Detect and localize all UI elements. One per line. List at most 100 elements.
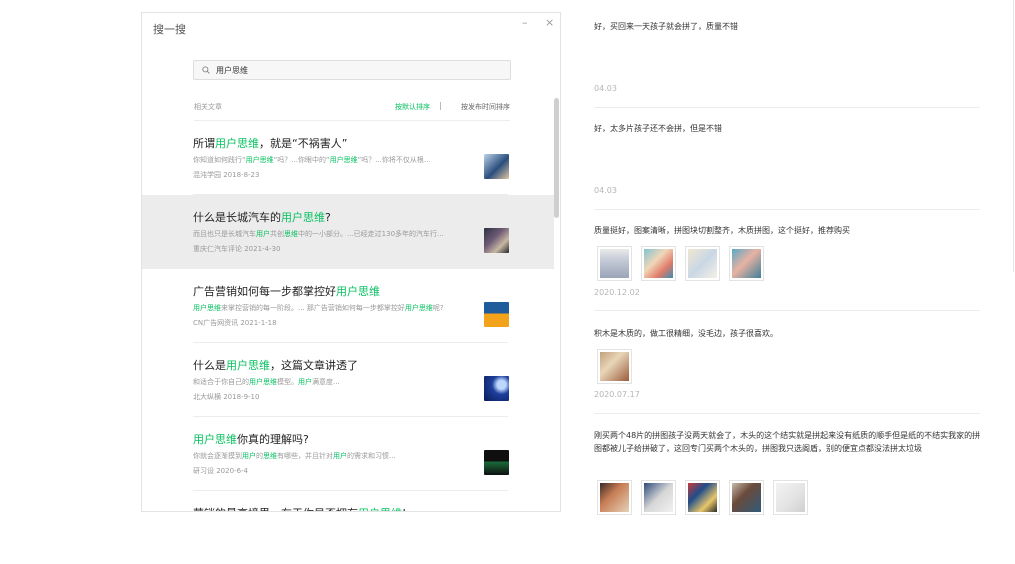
text-segment: 和适合于你自己的 xyxy=(193,378,249,386)
review-divider xyxy=(594,209,980,210)
text-segment: 什么是 xyxy=(193,359,226,372)
search-box[interactable] xyxy=(193,60,511,80)
review-image[interactable] xyxy=(597,480,632,515)
review-text: 好，太多片孩子还不会拼，但是不错 xyxy=(594,124,722,133)
review-images xyxy=(597,349,632,384)
highlight-text: 用户思维 xyxy=(193,304,221,312)
result-title: 用户思维你真的理解吗? xyxy=(193,431,493,447)
review-date: 2020.12.02 xyxy=(594,288,640,297)
result-title: 什么是用户思维，这篇文章讲透了 xyxy=(193,357,493,373)
review-image[interactable] xyxy=(729,246,764,281)
highlight-text: 用户思维 xyxy=(249,378,277,386)
review-image[interactable] xyxy=(685,246,720,281)
result-item[interactable]: 广告营销如何每一步都掌控好用户思维 用户思维来掌控营销的每一阶段。... 那广告… xyxy=(142,269,554,343)
text-segment: 所谓 xyxy=(193,137,215,150)
text-segment: 你就会逐渐摸到 xyxy=(193,452,242,460)
close-button[interactable]: × xyxy=(545,16,554,29)
text-segment: 的需求和习惯... xyxy=(347,452,396,460)
search-icon xyxy=(202,66,210,74)
review-divider xyxy=(594,310,980,311)
results-scrollbar[interactable] xyxy=(554,98,559,218)
text-segment: 模型。 xyxy=(277,378,298,386)
search-input[interactable] xyxy=(216,63,496,78)
review-image[interactable] xyxy=(597,246,632,281)
reviews-pane: 好，买回来一天孩子就会拼了，质量不错 04.03 好，太多片孩子还不会拼，但是不… xyxy=(594,0,980,564)
result-thumbnail xyxy=(484,228,509,253)
related-articles-label: 相关文章 xyxy=(194,103,222,111)
text-segment: ! xyxy=(402,507,406,511)
text-segment: 共创 xyxy=(270,230,284,238)
result-meta: 研习设 2020-6-4 xyxy=(193,467,248,475)
highlight-text: 用户思维 xyxy=(329,156,358,164)
text-segment: ，就是“不祸害人” xyxy=(259,137,348,150)
highlight-text: 用户 xyxy=(242,452,256,460)
highlight-text: 用户 xyxy=(333,452,347,460)
sort-default-button[interactable]: 按默认排序 xyxy=(395,102,430,112)
review-image[interactable] xyxy=(641,480,676,515)
review-images xyxy=(597,246,764,281)
panel-edge xyxy=(1013,0,1014,272)
result-title: 所谓用户思维，就是“不祸害人” xyxy=(193,135,493,151)
result-title: 营销的最高境界，在于你是否拥有用户思维! xyxy=(193,505,493,511)
result-thumbnail xyxy=(484,302,509,327)
result-snippet: 你就会逐渐摸到用户的思维有哪些，并且针对用户的需求和习惯... xyxy=(193,451,475,461)
result-item[interactable]: 用户思维你真的理解吗? 你就会逐渐摸到用户的思维有哪些，并且针对用户的需求和习惯… xyxy=(142,417,554,491)
text-segment: 呢? xyxy=(432,304,444,312)
text-segment: 满意度... xyxy=(312,378,340,386)
highlight-text: 用户思维 xyxy=(226,359,270,372)
result-meta: CN广告网资讯 2021-1-18 xyxy=(193,319,277,327)
window-title: 搜一搜 xyxy=(153,23,186,36)
text-segment: 广告营销如何每一步都掌控好 xyxy=(193,285,336,298)
review-divider xyxy=(594,107,980,108)
results-list: 所谓用户思维，就是“不祸害人” 你知道如何践行“用户思维”吗？...你眼中的“用… xyxy=(142,121,554,511)
result-snippet: 而且也只是长城汽车用户共创思维中的一小部分。...已经走过130多年的汽车行..… xyxy=(193,229,475,239)
search-window: 搜一搜 – × 相关文章 按默认排序 | 按发布时间排序 所谓用户思维，就是“不… xyxy=(141,12,561,512)
result-title: 什么是长城汽车的用户思维? xyxy=(193,209,493,225)
text-segment: 你知道如何践行“ xyxy=(193,156,246,164)
text-segment: ? xyxy=(325,211,331,224)
highlight-text: 用户思维 xyxy=(281,211,325,224)
result-item[interactable]: 营销的最高境界，在于你是否拥有用户思维! xyxy=(142,491,554,511)
text-segment: 有哪些，并且针对 xyxy=(277,452,333,460)
review-image[interactable] xyxy=(729,480,764,515)
highlight-text: 思维 xyxy=(284,230,298,238)
highlight-text: 用户思维 xyxy=(215,137,259,150)
review-image[interactable] xyxy=(685,480,720,515)
text-segment: ”吗？...你将不仅从根... xyxy=(357,156,431,164)
review-divider xyxy=(594,413,980,414)
result-thumbnail xyxy=(484,154,509,179)
review-image[interactable] xyxy=(597,349,632,384)
text-segment: ，这篇文章讲透了 xyxy=(270,359,358,372)
sort-separator: | xyxy=(439,101,442,110)
highlight-text: 用户思维 xyxy=(245,156,274,164)
text-segment: 营销的最高境界，在于你是否拥有 xyxy=(193,507,358,511)
result-item[interactable]: 什么是长城汽车的用户思维? 而且也只是长城汽车用户共创思维中的一小部分。...已… xyxy=(142,195,554,269)
highlight-text: 用户思维 xyxy=(404,304,433,312)
highlight-text: 用户思维 xyxy=(193,433,237,446)
result-item[interactable]: 什么是用户思维，这篇文章讲透了 和适合于你自己的用户思维模型。用户满意度... … xyxy=(142,343,554,417)
result-snippet: 和适合于你自己的用户思维模型。用户满意度... xyxy=(193,377,475,387)
review-date: 2020.07.17 xyxy=(594,390,640,399)
result-title: 广告营销如何每一步都掌控好用户思维 xyxy=(193,283,493,299)
review-date: 04.03 xyxy=(594,186,617,195)
result-meta: 北大纵横 2018-9-10 xyxy=(193,393,260,401)
highlight-text: 用户思维 xyxy=(336,285,380,298)
text-segment: 的 xyxy=(256,452,263,460)
text-segment: 你真的理解吗? xyxy=(237,433,309,446)
review-text: 积木是木质的，做工很精细，没毛边，孩子很喜欢。 xyxy=(594,329,778,338)
text-segment: 来掌控营销的每一阶段。... 那广告营销如何每一步都掌控好 xyxy=(221,304,405,312)
review-text: 刚买两个48片的拼图孩子没两天就会了，木头的这个结实就是拼起来没有纸质的顺手但是… xyxy=(594,431,981,453)
text-segment: 什么是长城汽车的 xyxy=(193,211,281,224)
result-thumbnail xyxy=(484,376,509,401)
review-text: 好，买回来一天孩子就会拼了，质量不错 xyxy=(594,22,738,31)
highlight-text: 用户 xyxy=(256,230,270,238)
text-segment: 中的一小部分。...已经走过130多年的汽车行... xyxy=(298,230,444,238)
sort-by-time-button[interactable]: 按发布时间排序 xyxy=(461,102,510,112)
review-image[interactable] xyxy=(641,246,676,281)
review-image[interactable] xyxy=(773,480,808,515)
result-item[interactable]: 所谓用户思维，就是“不祸害人” 你知道如何践行“用户思维”吗？...你眼中的“用… xyxy=(142,121,554,195)
review-date: 04.03 xyxy=(594,84,617,93)
minimize-button[interactable]: – xyxy=(522,16,528,29)
list-header: 相关文章 按默认排序 | 按发布时间排序 xyxy=(194,101,510,114)
screen: 搜一搜 – × 相关文章 按默认排序 | 按发布时间排序 所谓用户思维，就是“不… xyxy=(0,0,1015,564)
